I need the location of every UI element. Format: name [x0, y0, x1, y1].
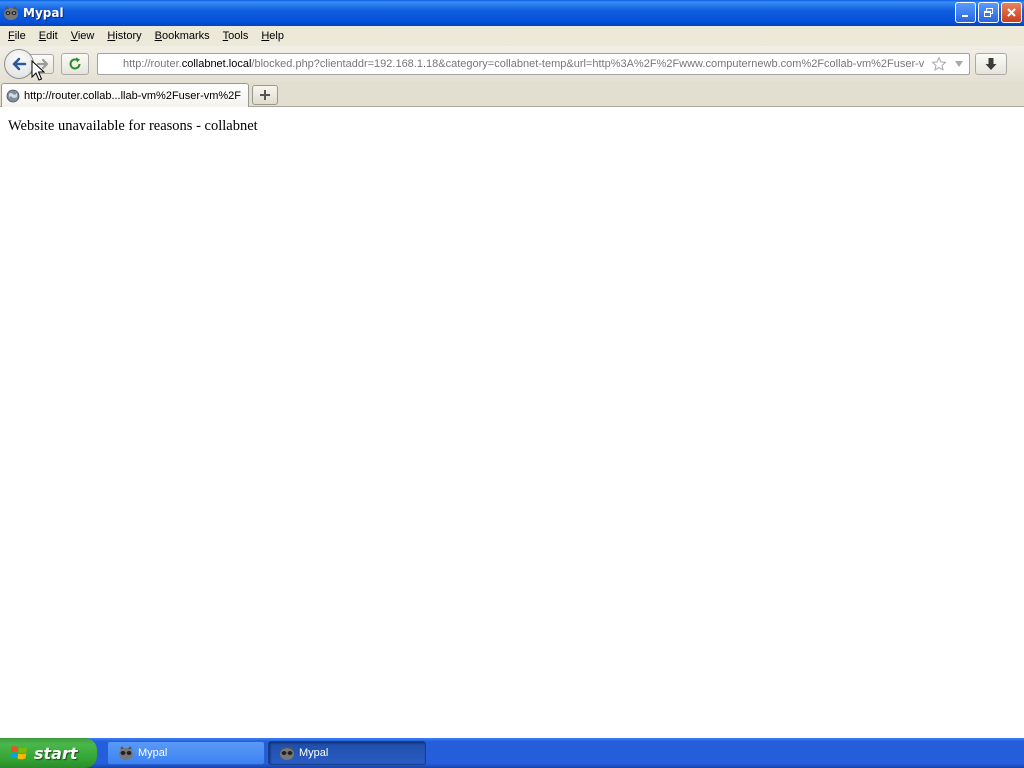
menu-bookmarks-accelerator: B — [154, 30, 162, 42]
close-icon — [1007, 8, 1016, 17]
tab-label: http://router.collab...llab-vm%2Fuser-vm… — [24, 89, 242, 102]
menu-bookmarks[interactable]: Bookmarks — [149, 30, 216, 42]
back-button[interactable] — [4, 49, 34, 79]
menu-file-label: ile — [14, 30, 26, 42]
menu-edit[interactable]: Edit — [33, 30, 64, 42]
close-button[interactable] — [1001, 2, 1022, 23]
mouse-cursor-icon — [31, 60, 45, 81]
taskbar: start Mypal Mypal — [0, 738, 1024, 768]
back-arrow-icon — [12, 57, 27, 71]
start-label: start — [34, 743, 78, 763]
taskbar-item-label: Mypal — [299, 747, 329, 759]
taskbar-item-mypal-1[interactable]: Mypal — [107, 741, 265, 765]
page-content: Website unavailable for reasons - collab… — [0, 107, 1024, 738]
window-title: Mypal — [23, 6, 64, 20]
start-button[interactable]: start — [0, 738, 97, 768]
menu-file-accelerator: F — [8, 30, 15, 42]
globe-icon — [6, 89, 20, 102]
restore-button[interactable] — [978, 2, 999, 23]
mypal-app-icon — [119, 746, 133, 760]
reload-button[interactable] — [61, 53, 89, 75]
download-arrow-icon — [985, 58, 997, 70]
url-prefix: http://router. — [123, 58, 182, 70]
blocked-message: Website unavailable for reasons - collab… — [8, 118, 258, 134]
minimize-icon — [962, 15, 968, 17]
window-titlebar[interactable]: Mypal — [0, 0, 1024, 26]
downloads-button[interactable] — [975, 53, 1007, 75]
reload-icon — [69, 57, 81, 70]
url-domain: collabnet.local — [181, 58, 252, 70]
menu-file[interactable]: File — [2, 30, 32, 42]
menu-bookmarks-label: ookmarks — [161, 30, 210, 42]
history-dropdown-icon[interactable] — [954, 60, 964, 68]
menu-view-label: iew — [77, 30, 95, 42]
menu-history-label: istory — [115, 30, 142, 42]
url-path: /blocked.php?clientaddr=192.168.1.18&cat… — [251, 58, 925, 70]
tab-active[interactable]: http://router.collab...llab-vm%2Fuser-vm… — [1, 83, 249, 107]
menu-history[interactable]: History — [101, 30, 147, 42]
menu-view-accelerator: V — [70, 30, 78, 42]
taskbar-item-label: Mypal — [138, 747, 168, 759]
menu-view[interactable]: View — [65, 30, 101, 42]
tab-strip: http://router.collab...llab-vm%2Fuser-vm… — [0, 82, 1024, 107]
menu-tools[interactable]: Tools — [217, 30, 255, 42]
menu-edit-accelerator: E — [38, 30, 47, 42]
taskbar-item-mypal-2[interactable]: Mypal — [268, 741, 426, 765]
windows-flag-icon — [10, 746, 27, 760]
menu-edit-label: dit — [46, 30, 58, 42]
menu-bar: File Edit View History Bookmarks Tools H… — [0, 26, 1024, 46]
menu-help[interactable]: Help — [255, 30, 290, 42]
mypal-app-icon — [280, 746, 294, 760]
menu-tools-label: ools — [228, 30, 249, 42]
navigation-toolbar: http://router.collabnet.local/blocked.ph… — [0, 46, 1024, 82]
plus-icon — [260, 90, 270, 100]
new-tab-button[interactable] — [252, 85, 278, 105]
url-input[interactable]: http://router.collabnet.local/blocked.ph… — [123, 58, 925, 70]
menu-help-label: elp — [269, 30, 284, 42]
minimize-button[interactable] — [955, 2, 976, 23]
url-bar[interactable]: http://router.collabnet.local/blocked.ph… — [97, 53, 970, 75]
mypal-app-icon — [4, 6, 18, 20]
bookmark-star-icon[interactable] — [931, 56, 947, 72]
restore-icon — [984, 8, 993, 17]
